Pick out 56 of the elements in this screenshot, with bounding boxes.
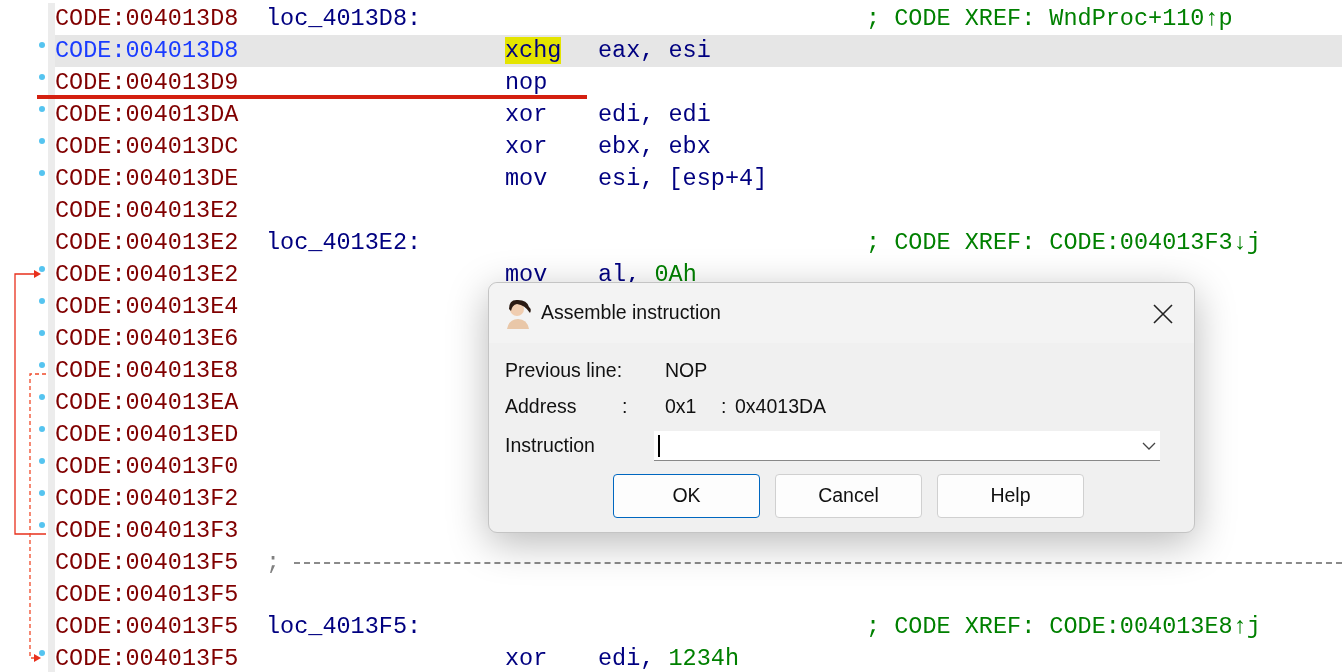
address-text: CODE:004013E2 — [55, 197, 239, 224]
address-text: CODE:004013D8 — [55, 37, 239, 64]
mnemonic-text: mov — [505, 165, 548, 192]
operand-text: eax, esi — [598, 37, 711, 64]
operand-text: edi, edi — [598, 101, 711, 128]
operand-text: edi, 1234h — [598, 645, 740, 672]
address-text: CODE:004013DE — [55, 165, 239, 192]
comment-text: ; CODE XREF: WndProc+110↑p — [866, 5, 1233, 32]
label-text: loc_4013F5: — [266, 613, 422, 640]
address-text: CODE:004013E8 — [55, 357, 239, 384]
chevron-down-icon — [1142, 441, 1156, 450]
field-value: 0x1 — [665, 394, 698, 420]
mnemonic-text: xor — [505, 133, 548, 160]
mnemonic-text: xor — [505, 101, 548, 128]
label-text: loc_4013D8: — [266, 5, 422, 32]
address-text: CODE:004013E4 — [55, 293, 239, 320]
operand-text: al, 0Ah — [598, 261, 697, 288]
address-text: CODE:004013F0 — [55, 453, 239, 480]
address-text: CODE:004013ED — [55, 421, 239, 448]
comment-text: ; CODE XREF: CODE:004013E8↑j — [866, 613, 1261, 640]
dialog-title: Assemble instruction — [541, 300, 722, 326]
field-value: NOP — [665, 358, 708, 384]
dialog-button[interactable]: Cancel — [775, 474, 922, 518]
address-text: CODE:004013F5 — [55, 613, 239, 640]
mnemonic-text: nop — [505, 69, 548, 96]
address-text: CODE:004013F5 — [55, 581, 239, 608]
label-text: loc_4013E2: — [266, 229, 422, 256]
address-text: CODE:004013DC — [55, 133, 239, 160]
address-text: CODE:004013E2 — [55, 261, 239, 288]
field-label: Instruction — [505, 433, 596, 459]
dialog-button[interactable]: Help — [937, 474, 1084, 518]
address-text: CODE:004013F5 — [55, 645, 239, 672]
mnemonic-text: mov — [505, 261, 548, 288]
separator-text: : — [622, 394, 629, 420]
field-value: 0x4013DA — [735, 394, 827, 420]
operand-text: ebx, ebx — [598, 133, 711, 160]
separator-text: : — [721, 394, 728, 420]
mnemonic-text: xor — [505, 645, 548, 672]
operand-text: esi, [esp+4] — [598, 165, 768, 192]
address-text: CODE:004013EA — [55, 389, 239, 416]
address-text: CODE:004013F3 — [55, 517, 239, 544]
address-text: CODE:004013DA — [55, 101, 239, 128]
comment-text: ; — [266, 548, 281, 578]
comment-text: ; CODE XREF: CODE:004013F3↓j — [866, 229, 1261, 256]
mnemonic-text: xchg — [505, 37, 562, 64]
address-text: CODE:004013E2 — [55, 229, 239, 256]
address-text: CODE:004013F5 — [55, 549, 239, 576]
address-text: CODE:004013D9 — [55, 69, 239, 96]
dialog-button[interactable]: OK — [613, 474, 760, 518]
close-button[interactable] — [1152, 301, 1174, 325]
instruction-combobox[interactable] — [654, 431, 1160, 461]
address-text: CODE:004013E6 — [55, 325, 239, 352]
field-label: Address — [505, 394, 578, 420]
field-label: Previous line: — [505, 358, 624, 384]
address-text: CODE:004013D8 — [55, 5, 239, 32]
address-text: CODE:004013F2 — [55, 485, 239, 512]
